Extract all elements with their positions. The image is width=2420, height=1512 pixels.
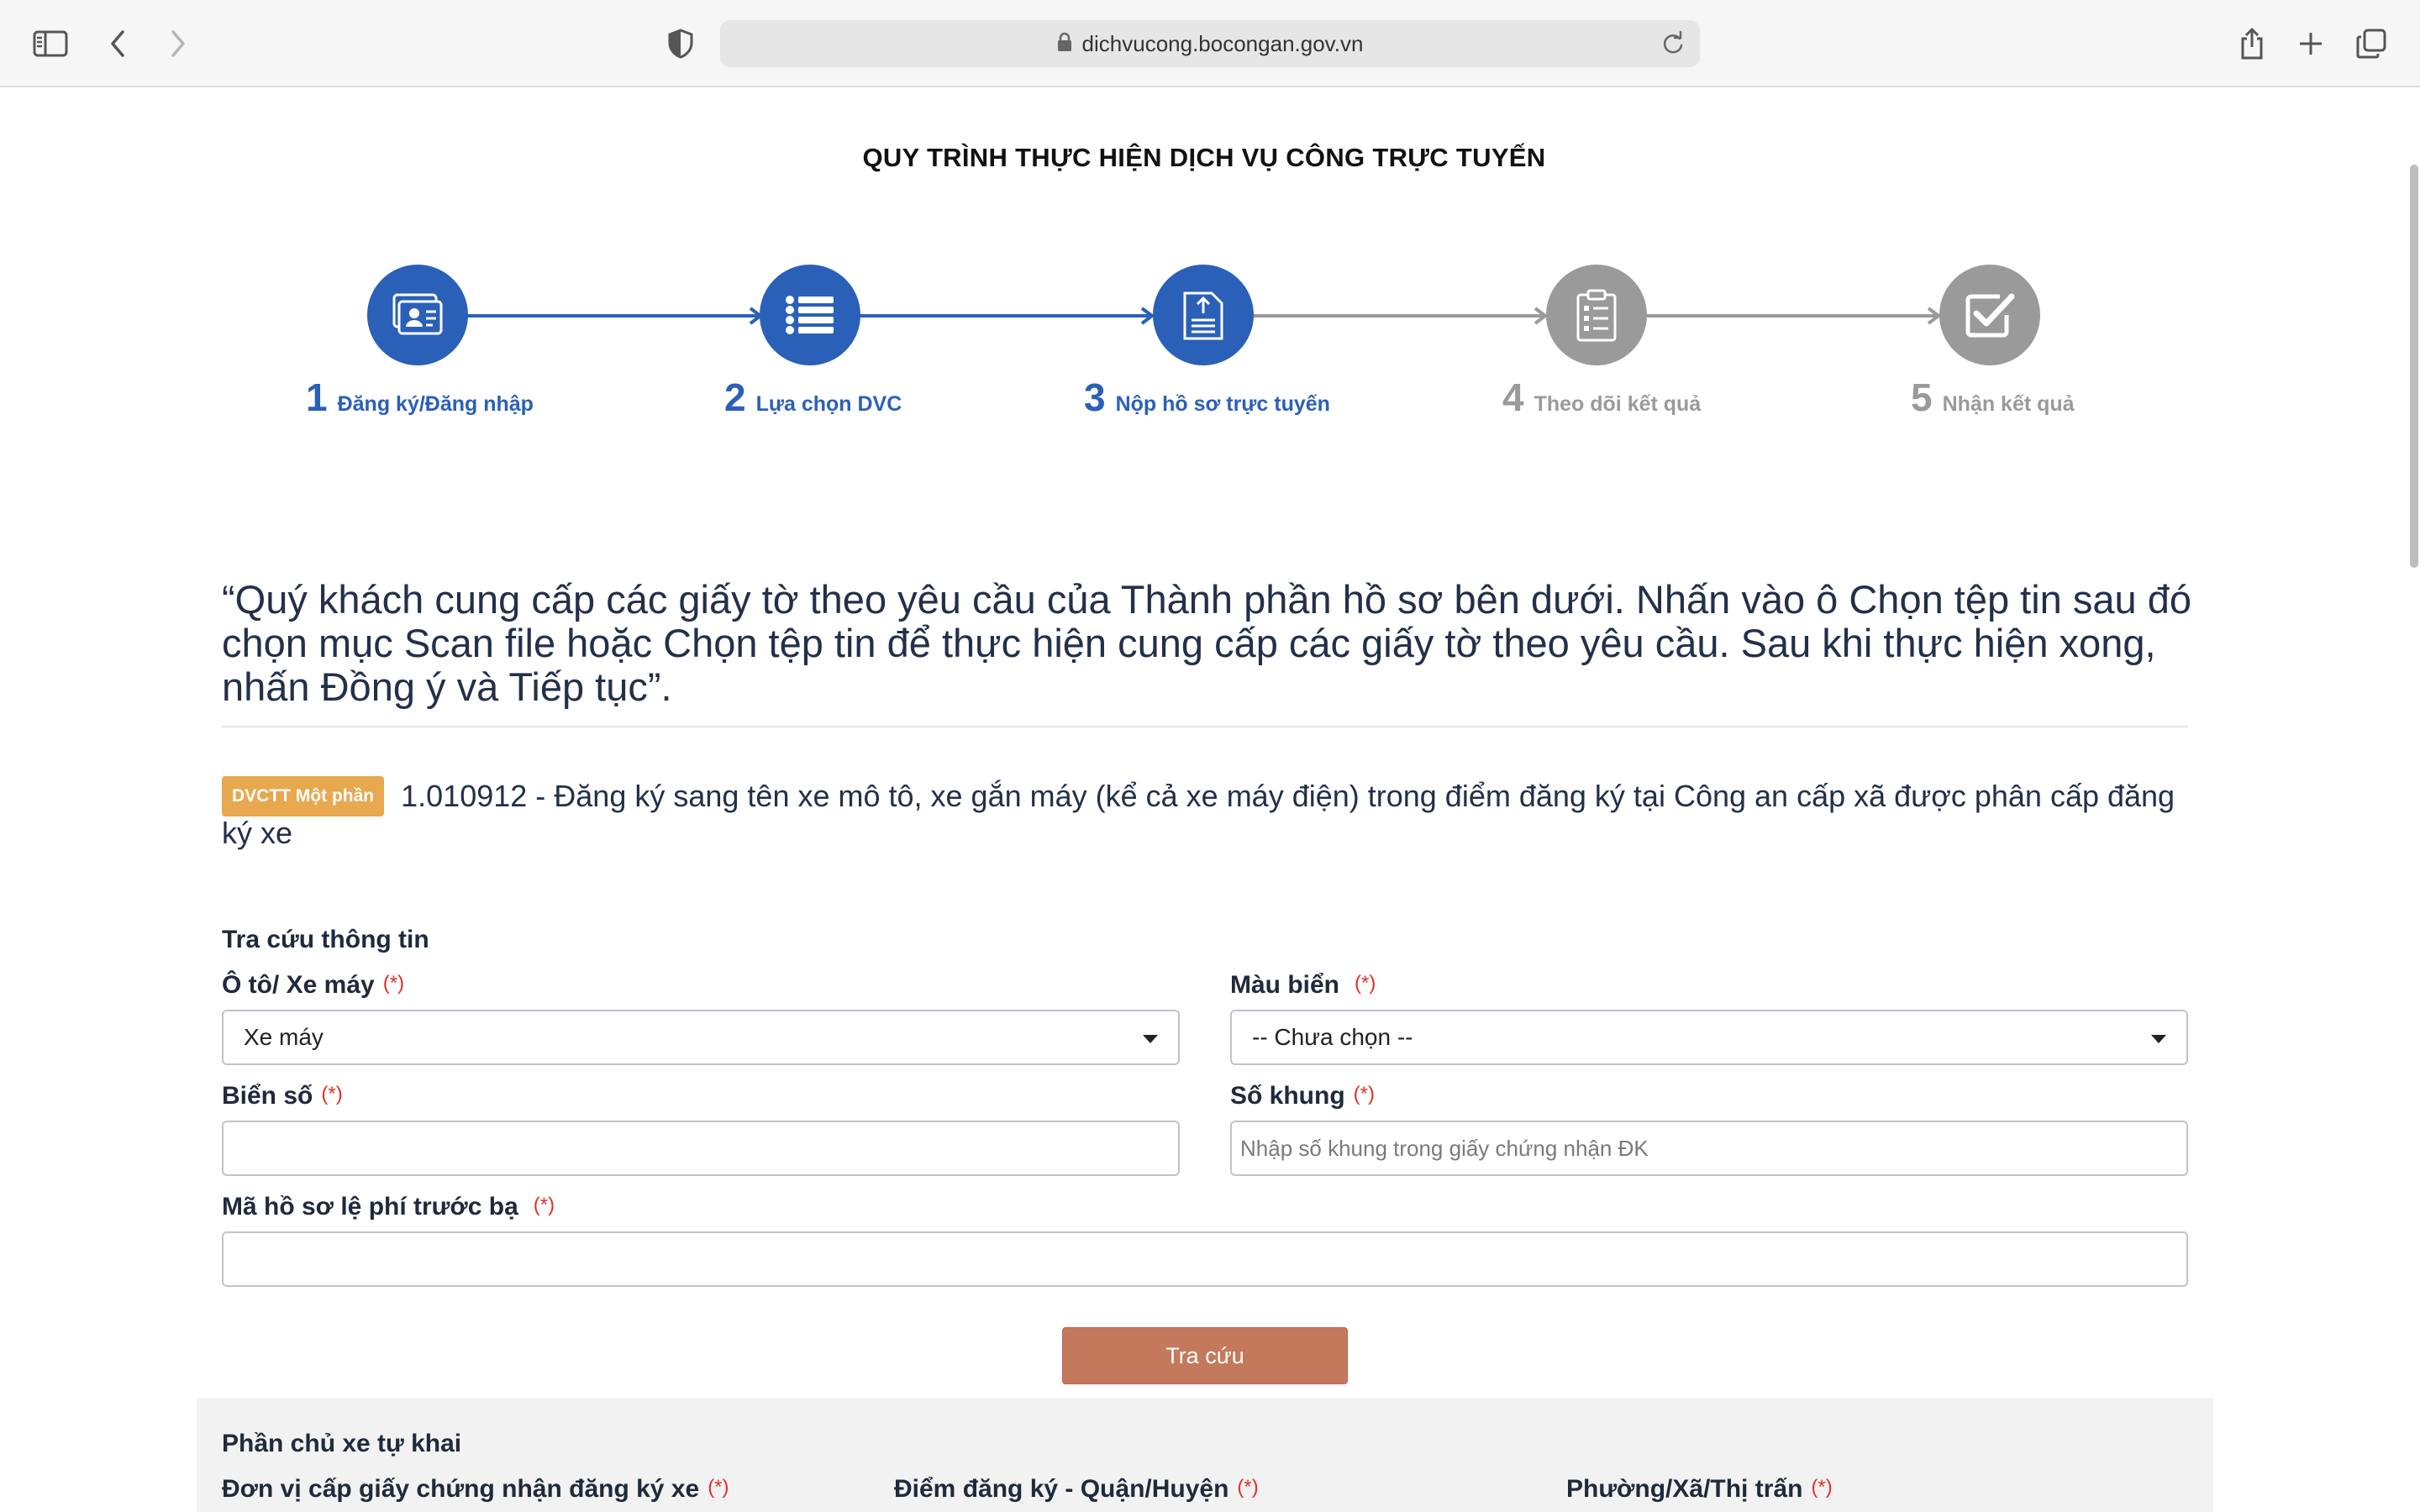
address-bar[interactable]: dichvucong.bocongan.gov.vn: [720, 20, 1700, 67]
step-3-label[interactable]: 3 Nộp hồ sơ trực tuyến: [1084, 375, 1330, 420]
step-connector-3: [1254, 314, 1544, 318]
district-label: Điểm đăng ký - Quận/Huyện (*): [894, 1475, 1259, 1503]
vehicle-type-select[interactable]: Xe máy: [222, 1010, 1180, 1065]
plate-color-select[interactable]: -- Chưa chọn --: [1230, 1010, 2188, 1065]
step-1-label[interactable]: 1 Đăng ký/Đăng nhập: [306, 375, 534, 420]
required-mark: (*): [1811, 1476, 1833, 1499]
required-mark: (*): [708, 1476, 729, 1499]
step-4-label[interactable]: 4 Theo dõi kết quả: [1502, 375, 1701, 420]
page-title: QUY TRÌNH THỰC HIỆN DỊCH VỤ CÔNG TRỰC TU…: [862, 143, 1546, 172]
step-4-circle[interactable]: [1546, 265, 1647, 365]
step-3-circle[interactable]: [1153, 265, 1254, 365]
vehicle-type-label: Ô tô/ Xe máy (*): [222, 971, 405, 999]
step-5-circle[interactable]: [1939, 265, 2040, 365]
step-connector-1: [467, 314, 760, 318]
browser-toolbar: dichvucong.bocongan.gov.vn: [0, 0, 2420, 87]
share-icon[interactable]: [2230, 22, 2274, 66]
plate-color-label: Màu biển (*): [1230, 971, 1376, 999]
instruction-text: “Quý khách cung cấp các giấy tờ theo yêu…: [222, 577, 2191, 709]
step-2-circle[interactable]: [760, 265, 860, 365]
step-2-label[interactable]: 2 Lựa chọn DVC: [724, 375, 902, 420]
issuing-unit-label: Đơn vị cấp giấy chứng nhận đăng ký xe (*): [222, 1475, 729, 1503]
service-heading: DVCTT Một phần 1.010912 - Đăng ký sang tê…: [222, 776, 2196, 850]
required-mark: (*): [1355, 972, 1376, 995]
step-connector-2: [860, 314, 1151, 318]
sidebar-icon[interactable]: [29, 22, 72, 66]
tabs-icon[interactable]: [2349, 22, 2393, 66]
new-tab-icon[interactable]: [2289, 22, 2333, 66]
required-mark: (*): [1353, 1083, 1375, 1105]
service-title: 1.010912 - Đăng ký sang tên xe mô tô, xe…: [222, 779, 2175, 850]
required-mark: (*): [533, 1194, 555, 1216]
back-icon[interactable]: [96, 22, 139, 66]
process-steps: 1 Đăng ký/Đăng nhập 2 Lựa chọn DVC 3 Nộp…: [0, 262, 2420, 430]
plate-number-label: Biển số (*): [222, 1082, 343, 1110]
step-connector-4: [1647, 314, 1938, 318]
ward-label: Phường/Xã/Thị trấn (*): [1566, 1475, 1833, 1503]
fee-record-label: Mã hồ sơ lệ phí trước bạ (*): [222, 1193, 555, 1221]
id-card-icon: [392, 293, 443, 335]
lock-icon: [1057, 32, 1072, 56]
required-mark: (*): [1237, 1476, 1259, 1499]
lookup-section-title: Tra cứu thông tin: [222, 926, 429, 953]
list-icon: [786, 296, 834, 334]
url-text: dichvucong.bocongan.gov.vn: [1081, 30, 1364, 56]
frame-number-input[interactable]: Nhập số khung trong giấy chứng nhận ĐK: [1230, 1121, 2188, 1176]
search-button[interactable]: Tra cứu: [1062, 1327, 1348, 1384]
caret-down-icon: [1143, 1035, 1158, 1043]
divider: [222, 726, 2188, 727]
document-upload-icon: [1183, 291, 1223, 340]
caret-down-icon: [2151, 1035, 2166, 1043]
service-level-badge: DVCTT Một phần: [222, 776, 385, 816]
required-mark: (*): [382, 972, 405, 995]
required-mark: (*): [321, 1083, 343, 1105]
clipboard-icon: [1576, 289, 1617, 342]
step-5-label[interactable]: 5 Nhận kết quả: [1911, 375, 2075, 420]
frame-number-label: Số khung (*): [1230, 1082, 1375, 1110]
reload-icon[interactable]: [1658, 29, 1688, 59]
forward-icon[interactable]: [156, 22, 200, 66]
plate-number-input[interactable]: [222, 1121, 1180, 1176]
step-1-circle[interactable]: [367, 265, 468, 365]
shield-icon[interactable]: [659, 22, 702, 66]
checkbox-icon: [1965, 293, 2015, 338]
owner-section-title: Phần chủ xe tự khai: [222, 1430, 462, 1457]
fee-record-input[interactable]: [222, 1231, 2188, 1287]
